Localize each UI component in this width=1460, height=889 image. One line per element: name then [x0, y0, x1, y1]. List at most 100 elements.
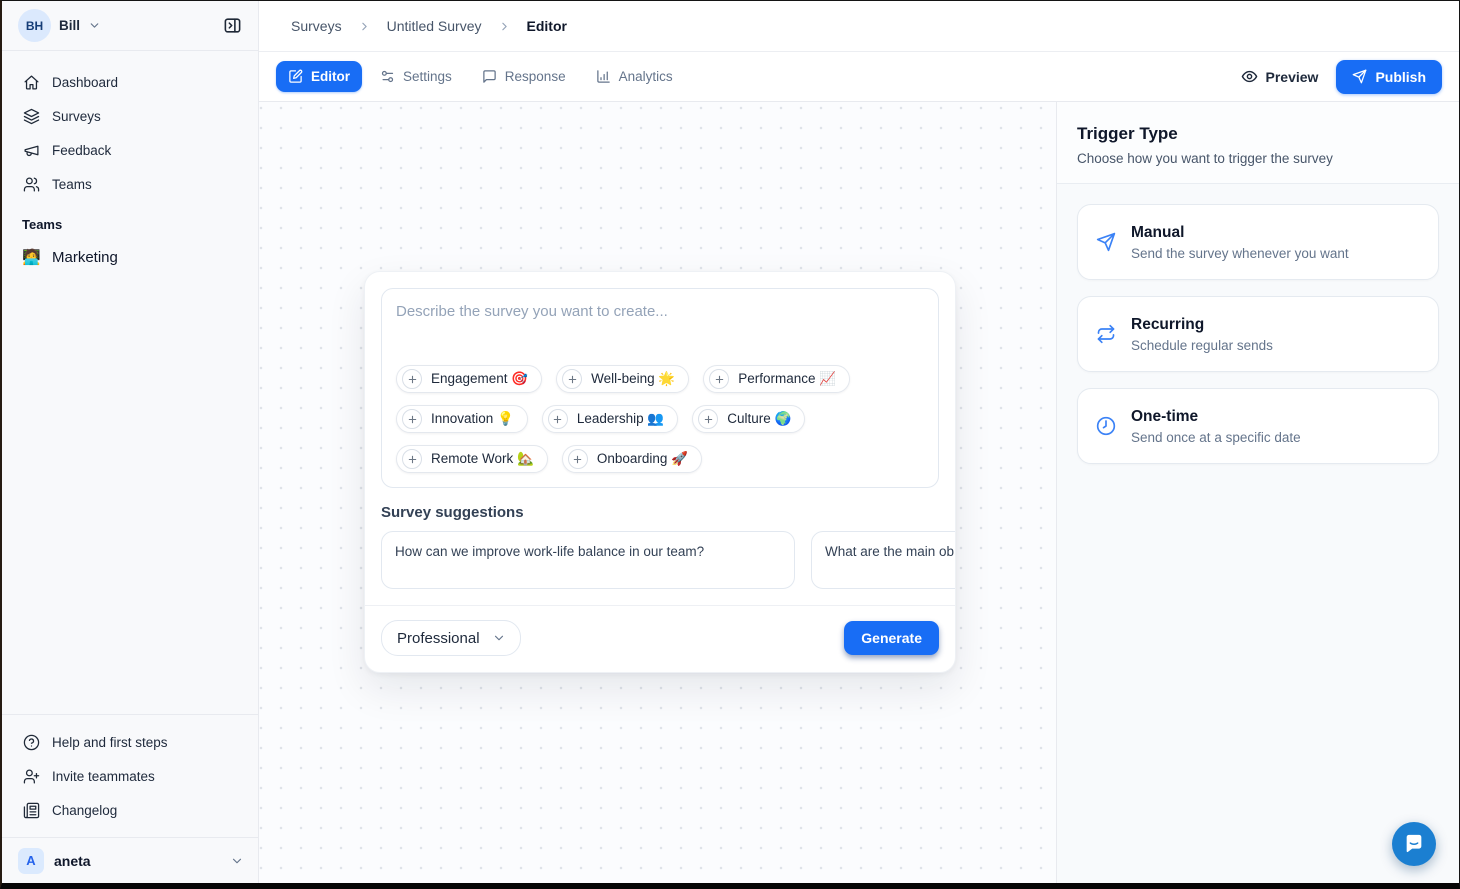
sidebar-item-label: Feedback [52, 143, 111, 158]
sidebar: BH Bill Dashboard Surv [2, 1, 259, 883]
collapse-sidebar-button[interactable] [218, 12, 246, 40]
app-window: BH Bill Dashboard Surv [0, 0, 1460, 889]
main-area: Surveys Untitled Survey Editor Editor [259, 1, 1459, 883]
sidebar-item-label: Changelog [52, 803, 117, 818]
plus-icon [402, 409, 422, 429]
trigger-option-manual[interactable]: Manual Send the survey whenever you want [1077, 204, 1439, 280]
workspace-name: Bill [59, 18, 80, 33]
sidebar-footer-nav: Help and first steps Invite teammates Ch… [2, 714, 258, 837]
sidebar-item-changelog[interactable]: Changelog [14, 793, 246, 827]
topic-chip-innovation[interactable]: Innovation 💡 [396, 405, 528, 433]
trigger-option-description: Schedule regular sends [1131, 338, 1273, 353]
trigger-type-panel: Trigger Type Choose how you want to trig… [1056, 102, 1459, 883]
publish-button[interactable]: Publish [1336, 60, 1442, 94]
send-icon [1096, 232, 1116, 252]
trigger-option-text: One-time Send once at a specific date [1131, 408, 1301, 445]
suggestion-card[interactable]: How can we improve work-life balance in … [381, 531, 795, 589]
editor-canvas[interactable]: Describe the survey you want to create..… [259, 102, 1056, 883]
home-icon [22, 74, 40, 91]
tab-analytics[interactable]: Analytics [584, 61, 685, 92]
sidebar-item-label: Teams [52, 177, 92, 192]
survey-composer-card: Describe the survey you want to create..… [364, 271, 956, 673]
plus-icon [698, 409, 718, 429]
breadcrumb-surveys[interactable]: Surveys [291, 18, 342, 34]
chip-label: Remote Work 🏡 [431, 451, 534, 467]
account-menu[interactable]: A aneta [2, 837, 258, 883]
sidebar-item-feedback[interactable]: Feedback [14, 133, 246, 167]
sidebar-item-teams[interactable]: Teams [14, 167, 246, 201]
repeat-icon [1096, 324, 1116, 344]
sidebar-item-label: Help and first steps [52, 735, 168, 750]
topic-chip-wellbeing[interactable]: Well-being 🌟 [556, 365, 689, 393]
sidebar-item-help[interactable]: Help and first steps [14, 725, 246, 759]
analytics-icon [596, 69, 611, 84]
sidebar-item-team-marketing[interactable]: 🧑‍💻 Marketing [14, 238, 246, 276]
publish-label: Publish [1375, 69, 1426, 85]
trigger-option-description: Send the survey whenever you want [1131, 246, 1349, 261]
tone-select[interactable]: Professional [381, 620, 521, 656]
trigger-option-description: Send once at a specific date [1131, 430, 1301, 445]
chip-label: Culture 🌍 [727, 411, 791, 427]
sidebar-item-dashboard[interactable]: Dashboard [14, 65, 246, 99]
trigger-options: Manual Send the survey whenever you want… [1057, 183, 1459, 883]
account-name: aneta [54, 853, 91, 869]
team-emoji-icon: 🧑‍💻 [22, 248, 40, 266]
tab-label: Settings [403, 69, 452, 84]
panel-collapse-icon [223, 16, 242, 35]
tab-response[interactable]: Response [470, 61, 578, 92]
chip-label: Leadership 👥 [577, 411, 664, 427]
plus-icon [568, 449, 588, 469]
plus-icon [562, 369, 582, 389]
breadcrumb-untitled-survey[interactable]: Untitled Survey [387, 18, 482, 34]
sidebar-item-label: Invite teammates [52, 769, 155, 784]
survey-prompt-input[interactable]: Describe the survey you want to create..… [381, 288, 939, 488]
composer-footer: Professional Generate [381, 606, 939, 656]
chip-label: Engagement 🎯 [431, 371, 528, 387]
topic-chip-onboarding[interactable]: Onboarding 🚀 [562, 445, 702, 473]
preview-label: Preview [1266, 69, 1319, 85]
topic-chip-engagement[interactable]: Engagement 🎯 [396, 365, 542, 393]
trigger-option-title: Recurring [1131, 316, 1273, 334]
tab-label: Analytics [619, 69, 673, 84]
eye-icon [1241, 68, 1258, 85]
preview-button[interactable]: Preview [1241, 68, 1319, 85]
tab-label: Response [505, 69, 566, 84]
plus-icon [402, 369, 422, 389]
topic-chip-remote-work[interactable]: Remote Work 🏡 [396, 445, 548, 473]
tab-editor[interactable]: Editor [276, 61, 362, 92]
chip-label: Innovation 💡 [431, 411, 514, 427]
topic-chip-performance[interactable]: Performance 📈 [703, 365, 850, 393]
sidebar-item-surveys[interactable]: Surveys [14, 99, 246, 133]
clock-icon [1096, 416, 1116, 436]
layers-icon [22, 108, 40, 125]
response-icon [482, 69, 497, 84]
panel-subtitle: Choose how you want to trigger the surve… [1077, 151, 1439, 166]
tab-settings[interactable]: Settings [368, 61, 464, 92]
chevron-down-icon [88, 19, 101, 32]
topic-chip-leadership[interactable]: Leadership 👥 [542, 405, 678, 433]
trigger-panel-header: Trigger Type Choose how you want to trig… [1057, 102, 1459, 183]
chip-label: Onboarding 🚀 [597, 451, 688, 467]
users-icon [22, 176, 40, 193]
send-icon [1352, 69, 1367, 84]
topic-chip-culture[interactable]: Culture 🌍 [692, 405, 805, 433]
chevron-down-icon [492, 631, 506, 645]
chevron-down-icon [230, 854, 244, 868]
workspace-switcher[interactable]: BH Bill [2, 1, 258, 51]
editor-tabs: Editor Settings Response [276, 61, 685, 92]
sidebar-nav: Dashboard Surveys Feedback Teams [2, 51, 258, 276]
topic-chips: Engagement 🎯 Well-being 🌟 Performance 📈 [396, 365, 924, 473]
team-label: Marketing [52, 249, 118, 266]
plus-icon [548, 409, 568, 429]
generate-button[interactable]: Generate [844, 621, 939, 655]
suggestion-card[interactable]: What are the main ob [811, 531, 956, 589]
chat-launcher-button[interactable] [1392, 822, 1436, 866]
sidebar-item-invite[interactable]: Invite teammates [14, 759, 246, 793]
plus-icon [402, 449, 422, 469]
trigger-option-recurring[interactable]: Recurring Schedule regular sends [1077, 296, 1439, 372]
workspace-avatar: BH [18, 9, 51, 42]
toolbar-actions: Preview Publish [1241, 60, 1443, 94]
sidebar-item-label: Dashboard [52, 75, 118, 90]
trigger-option-text: Recurring Schedule regular sends [1131, 316, 1273, 353]
trigger-option-one-time[interactable]: One-time Send once at a specific date [1077, 388, 1439, 464]
